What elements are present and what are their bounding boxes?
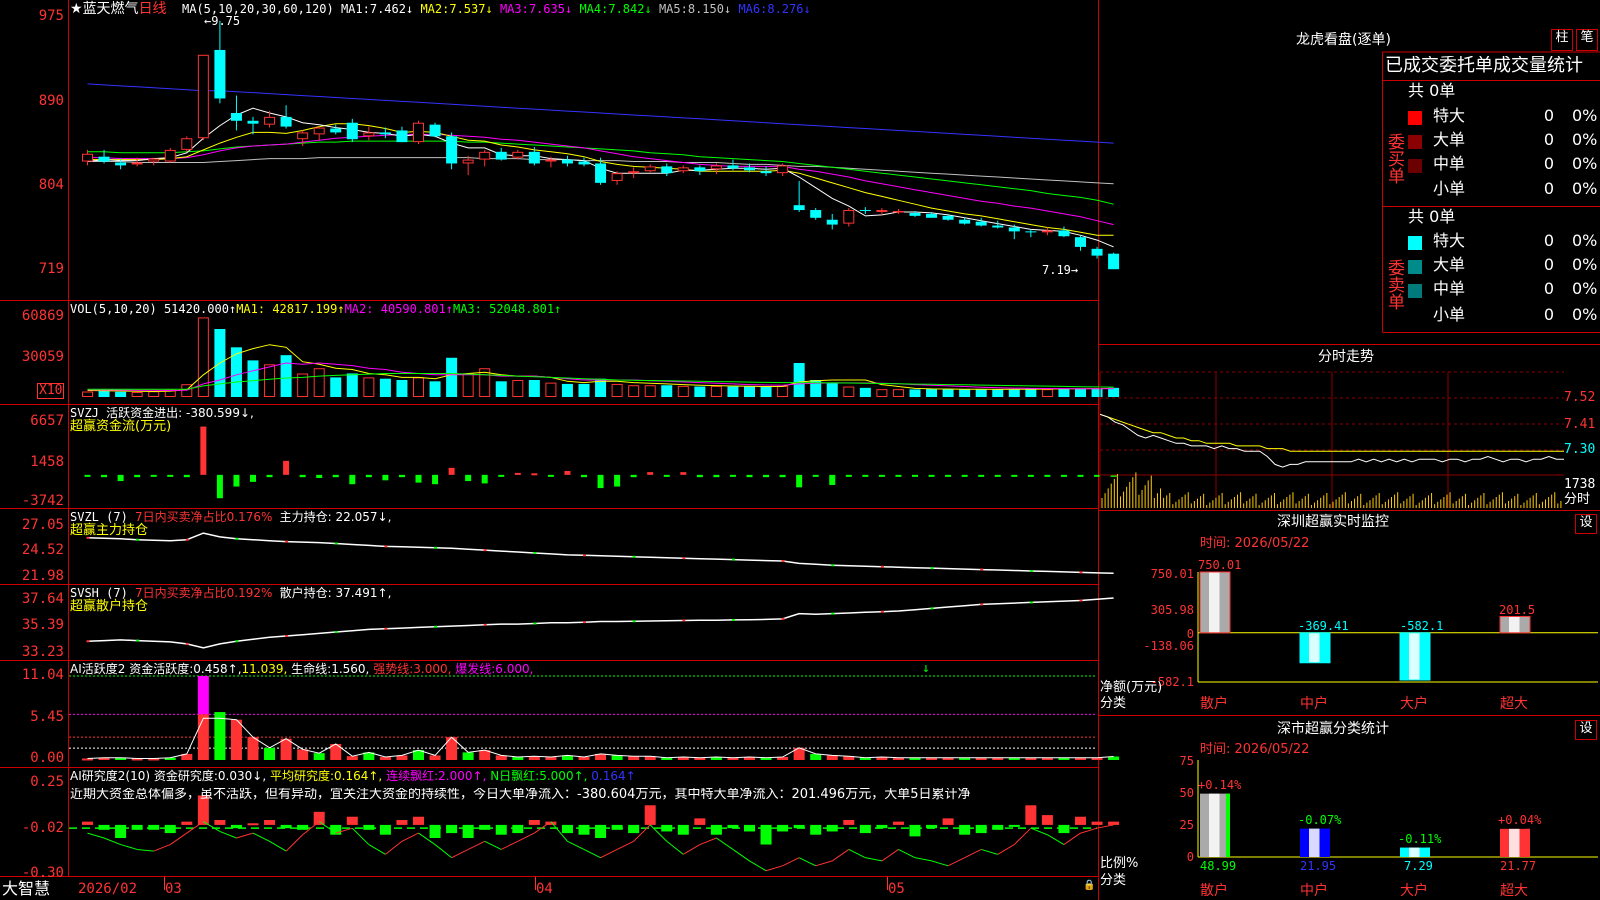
buy-row-name: 中单 <box>1433 154 1466 173</box>
stock-terminal: ↓ ★蓝天燃气日线 MA(5,10,20,30,60,120) MA1:7.46… <box>0 0 1600 900</box>
classify-settings-button[interactable]: 设 <box>1575 720 1597 740</box>
buy-row-pct: 0% <box>1572 106 1598 125</box>
sell-row-count: 0 <box>1543 255 1554 274</box>
sell-row-name: 大单 <box>1433 255 1466 274</box>
classify-change-label: +0.04% <box>1498 813 1542 827</box>
intraday-tick: 7.52 <box>1564 390 1596 405</box>
monitor-settings-button[interactable]: 设 <box>1575 514 1597 534</box>
tick-view-button[interactable]: 笔 <box>1576 29 1598 51</box>
sell-row-count: 0 <box>1543 279 1554 298</box>
sell-row-count: 0 <box>1543 231 1554 250</box>
bar-view-button[interactable]: 柱 <box>1551 29 1573 51</box>
classify-y-tick: 75 <box>1179 754 1194 768</box>
classify-change-label: -0.07% <box>1298 813 1342 827</box>
buy-row-count: 0 <box>1543 106 1554 125</box>
monitor-value-label: 750.01 <box>1198 558 1242 572</box>
sell-color-swatch <box>1408 236 1422 250</box>
sell-color-swatch <box>1408 284 1422 298</box>
monitor-axis-label: 分类 <box>1100 696 1127 711</box>
classify-category: 散户 <box>1200 883 1228 899</box>
buy-row-name: 小单 <box>1433 179 1466 198</box>
intraday-title: 分时走势 <box>1318 349 1374 365</box>
buy-row-pct: 0% <box>1572 154 1598 173</box>
buy-row-name: 大单 <box>1433 130 1466 149</box>
buy-row-count: 0 <box>1543 179 1554 198</box>
buy-row-pct: 0% <box>1572 179 1598 198</box>
dragon-panel-title: 龙虎看盘(逐单) <box>1296 32 1391 48</box>
dragon-tabs[interactable]: 已成交委托单成交量统计 <box>1385 56 1600 76</box>
sell-row-pct: 0% <box>1572 305 1598 324</box>
monitor-value-label: -369.41 <box>1298 619 1349 633</box>
monitor-time: 时间: 2026/05/22 <box>1200 536 1310 551</box>
buy-row-pct: 0% <box>1572 130 1598 149</box>
classify-category: 中户 <box>1300 883 1328 899</box>
monitor-title: 深圳超赢实时监控 <box>1277 514 1389 530</box>
monitor-category: 超大 <box>1500 696 1528 712</box>
intraday-tick: 7.41 <box>1564 417 1596 432</box>
sell-row-count: 0 <box>1543 305 1554 324</box>
classify-axis-label: 比例% <box>1100 856 1139 871</box>
sell-row-pct: 0% <box>1572 231 1598 250</box>
sell-row-name: 小单 <box>1433 305 1466 324</box>
buy-row-name: 特大 <box>1433 106 1466 125</box>
intraday-vol-unit: 分时 <box>1564 492 1591 507</box>
classify-change-label: +0.14% <box>1198 778 1242 792</box>
buy-color-swatch <box>1408 135 1422 149</box>
date-ticks <box>164 877 888 890</box>
classify-value-label: 21.77 <box>1500 859 1537 873</box>
intraday-tick: 7.30 <box>1564 442 1596 457</box>
buy-row-count: 0 <box>1543 130 1554 149</box>
classify-y-tick: 0 <box>1186 850 1194 864</box>
classify-value-label: 7.29 <box>1404 859 1433 873</box>
monitor-y-tick: -138.06 <box>1143 639 1194 653</box>
monitor-y-tick: 750.01 <box>1150 567 1194 581</box>
buy-color-swatch <box>1408 111 1422 125</box>
monitor-value-label: -582.1 <box>1400 619 1444 633</box>
classify-time: 时间: 2026/05/22 <box>1200 742 1310 757</box>
classify-change-label: -0.11% <box>1398 832 1442 846</box>
classify-y-tick: 25 <box>1179 818 1194 832</box>
classify-value-label: 21.95 <box>1300 859 1337 873</box>
monitor-category: 中户 <box>1300 696 1328 712</box>
sell-row-pct: 0% <box>1572 255 1598 274</box>
monitor-axis-label: 净额(万元) <box>1100 680 1163 695</box>
sell-orders-label: 委卖单 <box>1384 258 1404 310</box>
monitor-y-tick: 305.98 <box>1150 603 1194 617</box>
monitor-value-label: 201.5 <box>1499 603 1536 617</box>
buy-row-count: 0 <box>1543 154 1554 173</box>
sell-row-name: 特大 <box>1433 231 1466 250</box>
sell-row-pct: 0% <box>1572 279 1598 298</box>
monitor-category: 散户 <box>1200 696 1228 712</box>
classify-category: 超大 <box>1500 883 1528 899</box>
classify-category: 大户 <box>1400 883 1428 899</box>
sell-total: 共 0单 <box>1408 207 1456 226</box>
buy-orders-label: 委买单 <box>1384 132 1404 184</box>
classify-y-tick: 50 <box>1179 786 1194 800</box>
classify-title: 深市超赢分类统计 <box>1277 721 1389 737</box>
buy-color-swatch <box>1408 159 1422 173</box>
sell-row-name: 中单 <box>1433 279 1466 298</box>
sell-color-swatch <box>1408 260 1422 274</box>
classify-value-label: 48.99 <box>1200 859 1237 873</box>
classify-axis-label: 分类 <box>1100 873 1127 888</box>
buy-total: 共 0单 <box>1408 81 1456 100</box>
monitor-category: 大户 <box>1400 696 1428 712</box>
intraday-vol-tick: 1738 <box>1564 477 1596 492</box>
